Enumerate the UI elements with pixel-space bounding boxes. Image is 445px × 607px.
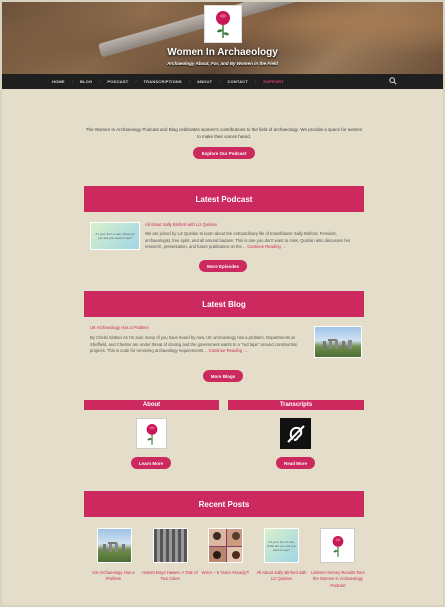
recent-thumb-3[interactable] [208, 528, 243, 563]
podcast-post-title[interactable]: All About Sally Binford with Liz Quinlan [145, 222, 217, 227]
latest-blog-heading: Latest Blog [84, 291, 364, 317]
rose-logo-icon [332, 535, 343, 557]
site-title[interactable]: Women In Archaeology [0, 47, 445, 58]
nav-separator: / [255, 79, 257, 84]
stonehenge-image [323, 339, 352, 349]
nav-item-contact[interactable]: CONTACT [227, 79, 248, 84]
nav-item-blog[interactable]: BLOG [80, 79, 92, 84]
blog-post-title[interactable]: UK Archaeology Has a Problem [90, 325, 149, 330]
recent-post-title-1[interactable]: UK Archaeology Has a Problem [86, 570, 141, 583]
recent-post-title-2[interactable]: Harriet Boyd Hawes: A Tale of Two Cities [142, 570, 198, 583]
people-photo-image [209, 529, 242, 562]
podcast-excerpt: We are joined by Liz Quinlan to learn ab… [145, 231, 361, 251]
recent-post-title-4[interactable]: All About Sally Binford with Liz Quinlan [254, 570, 309, 583]
podcast-continue-link[interactable]: Continue Reading → [247, 244, 286, 249]
recent-thumb-2[interactable] [153, 528, 188, 563]
rose-logo-icon [216, 11, 230, 38]
nav-separator: / [188, 79, 190, 84]
nav-separator: / [99, 79, 101, 84]
site-logo[interactable] [204, 5, 242, 43]
intro-text: The Women In Archaeology Podcast and Blo… [85, 127, 363, 139]
header-banner: Women In Archaeology Archaeology About, … [0, 0, 445, 74]
nav-item-about[interactable]: ABOUT [197, 79, 212, 84]
site-tagline: Archaeology About, For, and By Women in … [167, 61, 278, 66]
blog-excerpt-text: By Chelsi Slotten As I'm sure many of yo… [90, 335, 298, 354]
more-blogs-button[interactable]: More Blogs [203, 370, 243, 382]
recent-posts-heading: Recent Posts [84, 491, 364, 517]
recent-thumb-4[interactable]: It's your turn to ask, What are you ask … [264, 528, 299, 563]
podcast-thumbnail[interactable]: It's your turn to ask, What are you ask … [90, 222, 140, 250]
nav-item-podcast[interactable]: PODCAST [107, 79, 128, 84]
search-icon[interactable] [389, 77, 397, 87]
recent-post-title-3[interactable]: WIAA – 5 Years Already?! [199, 570, 252, 576]
nav-separator: / [135, 79, 137, 84]
recent-thumb-5[interactable] [320, 528, 355, 563]
blog-thumbnail[interactable] [314, 326, 362, 358]
blog-excerpt: By Chelsi Slotten As I'm sure many of yo… [90, 335, 306, 355]
nav-item-support[interactable]: SUPPORT [263, 79, 284, 84]
nav-item-home[interactable]: HOME [52, 79, 65, 84]
nav-separator: / [219, 79, 221, 84]
rose-logo-icon [146, 423, 157, 445]
hearing-impaired-icon[interactable] [280, 418, 311, 449]
latest-podcast-heading: Latest Podcast [84, 186, 364, 212]
recent-post-title-5[interactable]: Listener Survey Results from the Women i… [310, 570, 366, 589]
about-heading: About [84, 400, 219, 410]
nav-separator: / [71, 79, 73, 84]
nav-item-transcriptions[interactable]: TRANSCRIPTIONS [144, 79, 182, 84]
transcripts-heading: Transcripts [228, 400, 364, 410]
stonehenge-image [103, 542, 125, 552]
learn-more-button[interactable]: Learn More [131, 457, 171, 469]
about-logo[interactable] [136, 418, 167, 449]
read-more-button[interactable]: Read More [276, 457, 315, 469]
main-nav: HOME / BLOG / PODCAST / TRANSCRIPTIONS /… [0, 74, 445, 89]
explore-podcast-button[interactable]: Explore Our Podcast [193, 147, 255, 159]
more-episodes-button[interactable]: More Episodes [199, 260, 247, 272]
blog-continue-link[interactable]: Continue Reading → [209, 348, 248, 353]
recent-thumb-1[interactable] [97, 528, 132, 563]
